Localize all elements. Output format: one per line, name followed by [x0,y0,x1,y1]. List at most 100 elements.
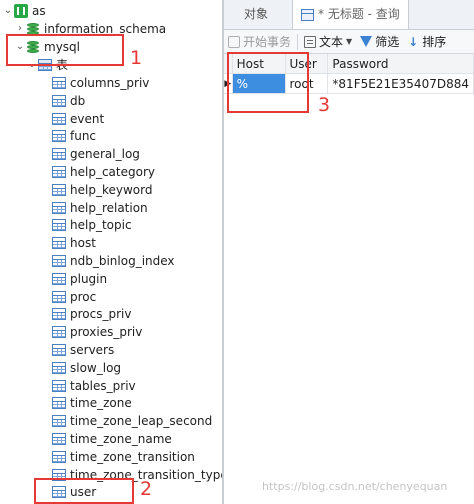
connection-icon [14,4,28,18]
annotation-box-1 [6,34,124,66]
table-icon [52,255,66,267]
tree-table-columns-priv[interactable]: columns_priv [52,74,149,92]
table-label: host [70,236,96,251]
table-icon [52,219,66,232]
tree-table-proxies-priv[interactable]: proxies_priv [52,323,142,341]
table-label: help_category [70,165,155,179]
annotation-box-3 [227,52,309,113]
annotation-box-2 [34,478,134,504]
tree-table-help-topic[interactable]: help_topic [52,216,132,234]
table-icon [52,77,66,89]
watermark: https://blog.csdn.net/chenyequan [262,480,448,493]
table-label: db [70,93,86,108]
table-icon [52,130,66,143]
table-label: help_topic [70,218,132,233]
tab-objects-label: 对象 [244,7,269,21]
table-label: func [70,129,97,144]
table-icon [52,166,66,178]
cell-password[interactable]: *81F5E21E35407D884 [327,73,474,94]
table-label: ndb_binlog_index [70,254,175,268]
table-icon [52,290,66,303]
text-label: 文本 [319,35,344,49]
table-label: columns_priv [70,76,150,90]
table-icon [52,272,66,285]
tree-table-time-zone-transition[interactable]: time_zone_transition [52,448,195,466]
text-icon [304,35,317,48]
table-icon [52,308,66,321]
filter-icon [360,35,373,48]
begin-transaction-button[interactable]: 开始事务 [224,30,295,53]
text-button[interactable]: 文本 ▼ [300,30,356,53]
tab-query-label: * 无标题 - 查询 [318,7,400,21]
tree-table-event[interactable]: event [52,110,104,128]
tree-table-servers[interactable]: servers [52,341,114,359]
begin-transaction-label: 开始事务 [243,35,292,49]
table-label: slow_log [70,360,122,375]
filter-button[interactable]: 筛选 [356,30,403,53]
tree-connection-as[interactable]: ⌄ as [2,2,46,20]
tree-table-host[interactable]: host [52,234,96,252]
query-icon [301,8,314,21]
tree-table-tables-priv[interactable]: tables_priv [52,377,136,395]
tree-table-help-category[interactable]: help_category [52,163,155,181]
sort-button[interactable]: ↓ 排序 [403,30,450,53]
tab-query[interactable]: * 无标题 - 查询 [292,0,409,29]
table-icon [52,183,66,196]
table-icon [52,433,66,445]
table-label: procs_priv [70,307,132,322]
tree-table-proc[interactable]: proc [52,288,96,306]
tree-table-time-zone-name[interactable]: time_zone_name [52,430,172,448]
table-label: tables_priv [70,378,136,393]
sort-icon: ↓ [408,34,419,49]
table-label: time_zone_leap_second [70,414,213,429]
toolbar: 开始事务 文本 ▼ 筛选 ↓ 排序 [224,30,474,54]
tree-table-ndb-binlog-index[interactable]: ndb_binlog_index [52,252,175,270]
table-label: servers [70,343,115,357]
filter-label: 筛选 [375,35,400,49]
tree-table-db[interactable]: db [52,92,85,110]
tree-table-time-zone-leap-second[interactable]: time_zone_leap_second [52,412,212,430]
table-label: time_zone_transition [70,449,195,464]
dropdown-arrow-icon[interactable]: ▼ [346,37,352,46]
table-icon [52,94,66,107]
table-label: general_log [70,147,140,162]
sort-label: 排序 [422,35,447,49]
tab-objects[interactable]: 对象 [224,0,292,29]
tree-table-slow-log[interactable]: slow_log [52,359,121,377]
table-label: help_keyword [70,182,153,197]
table-label: proc [70,289,97,304]
column-header-password[interactable]: Password [327,54,474,74]
toolbar-divider [297,33,299,50]
annotation-number-2: 2 [140,478,153,500]
tree-table-help-relation[interactable]: help_relation [52,199,148,217]
table-label: plugin [70,271,108,286]
table-icon [52,237,66,250]
table-label: proxies_priv [70,325,143,340]
chevron-down-icon[interactable]: ⌄ [2,2,14,20]
annotation-number-1: 1 [130,47,143,69]
table-icon [52,112,66,125]
table-icon [52,361,66,374]
table-label: time_zone [70,396,132,411]
navigator-tree: ⌄ as › information_schema ⌄ mysql ⌄ 表 co… [0,0,222,504]
tree-table-procs-priv[interactable]: procs_priv [52,305,131,323]
table-icon [52,379,66,392]
tree-table-time-zone[interactable]: time_zone [52,394,132,412]
tab-bar: 对象 * 无标题 - 查询 [224,0,474,30]
table-label: help_relation [70,200,148,215]
tree-table-general-log[interactable]: general_log [52,145,140,163]
connection-label: as [32,4,46,18]
table-icon [52,450,66,463]
result-grid: Host User Password ▶ % root *81F5E21E354… [224,54,474,504]
table-icon [52,397,66,410]
table-icon [52,344,66,356]
table-label: event [70,111,105,126]
table-icon [52,201,66,214]
tree-table-help-keyword[interactable]: help_keyword [52,181,152,199]
tree-table-func[interactable]: func [52,127,96,145]
table-icon [52,326,66,339]
tree-table-plugin[interactable]: plugin [52,270,107,288]
annotation-number-3: 3 [318,94,331,116]
table-icon [52,415,66,428]
table-icon [52,148,66,161]
